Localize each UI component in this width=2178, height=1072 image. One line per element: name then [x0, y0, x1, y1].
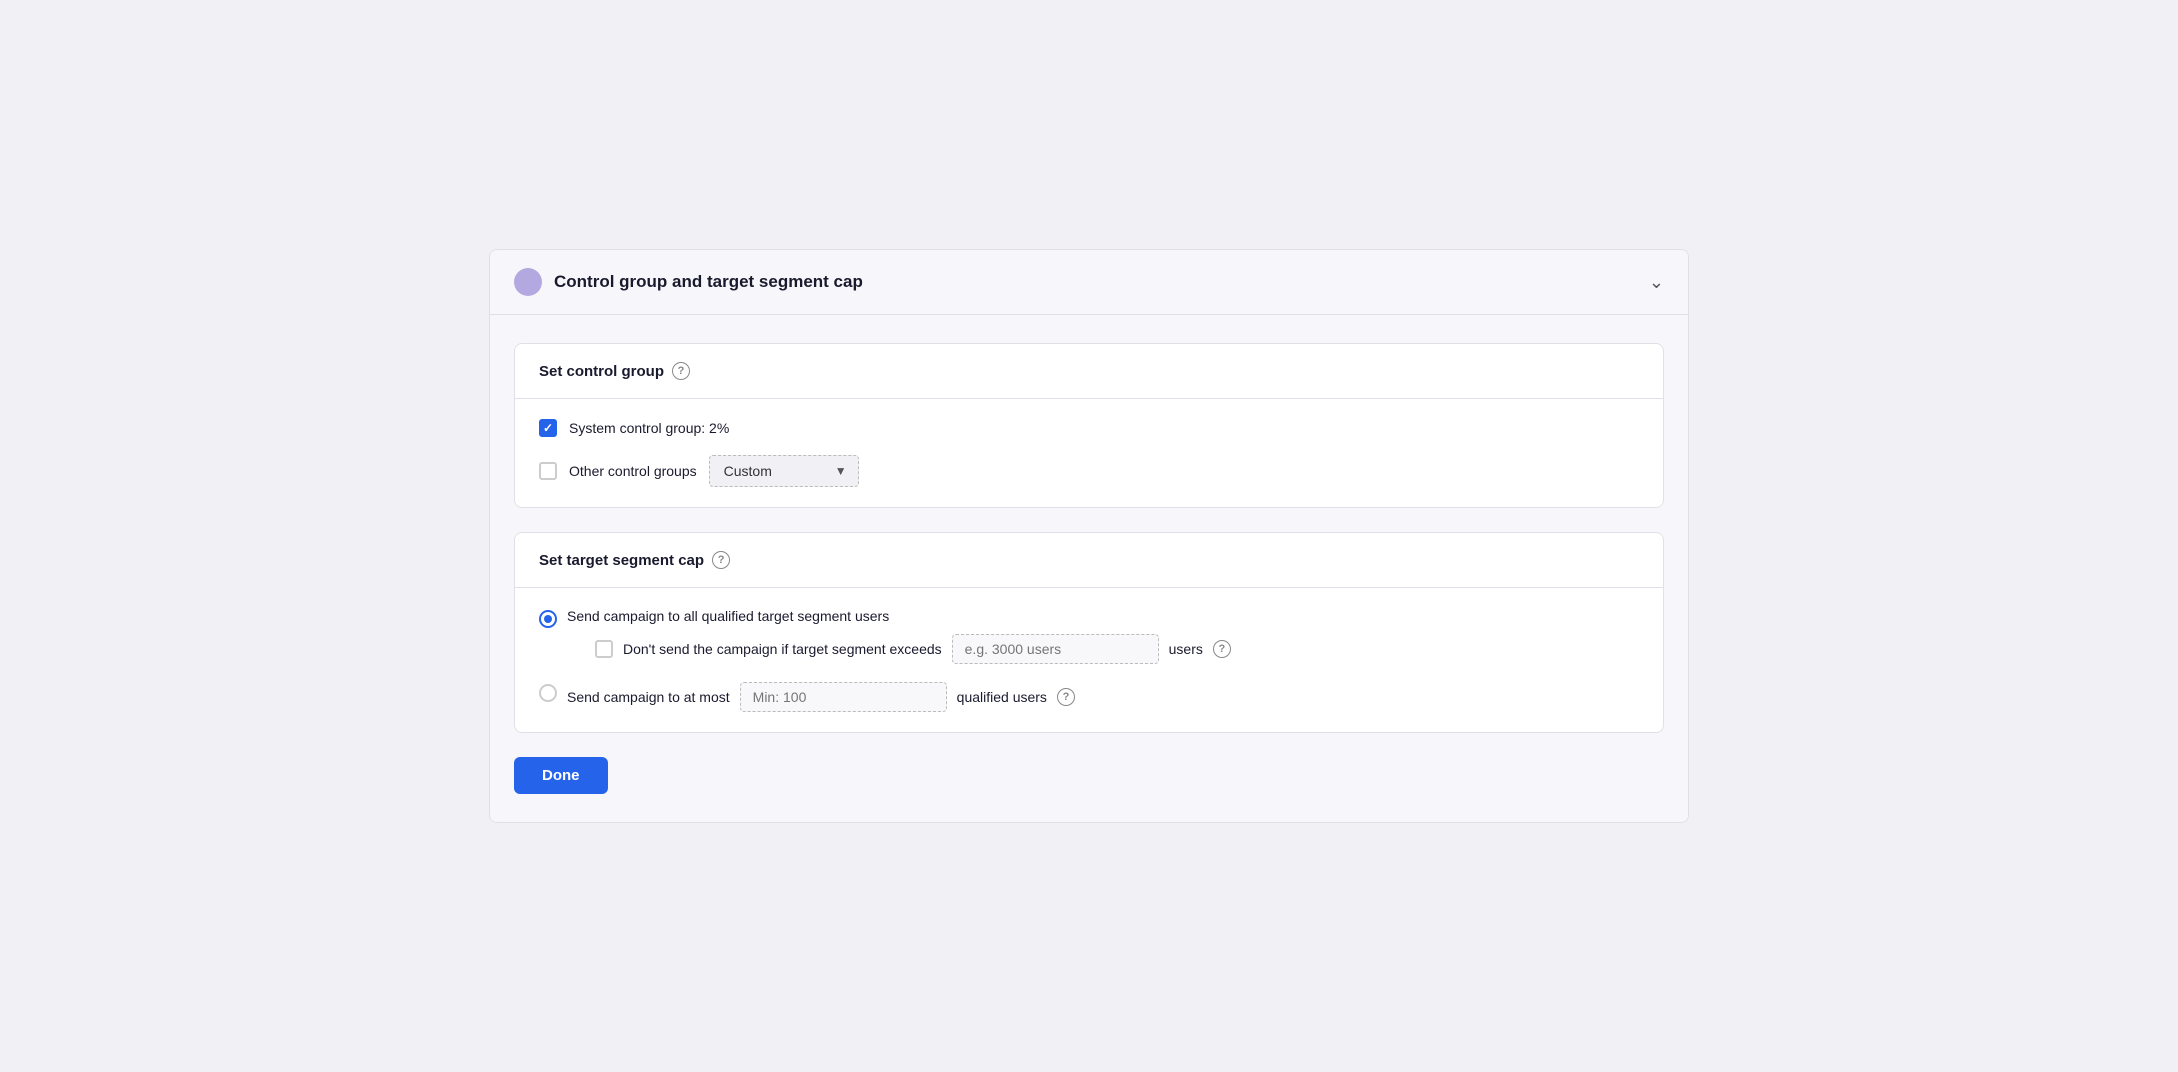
done-button-row: Done — [514, 757, 1664, 794]
other-control-groups-checkbox[interactable] — [539, 462, 557, 480]
target-segment-title: Set target segment cap — [539, 552, 704, 569]
accordion-header-left: Control group and target segment cap — [514, 268, 863, 296]
system-control-group-checkbox[interactable] — [539, 419, 557, 437]
atmost-input[interactable] — [740, 682, 947, 712]
target-segment-header: Set target segment cap ? — [515, 533, 1663, 588]
chevron-down-icon: ⌄ — [1649, 272, 1664, 293]
qualified-users-suffix: qualified users — [957, 689, 1047, 705]
control-group-header: Set control group ? — [515, 344, 1663, 399]
all-qualified-radio[interactable] — [539, 610, 557, 628]
accordion-title: Control group and target segment cap — [554, 272, 863, 292]
control-group-help-icon[interactable]: ? — [672, 362, 690, 380]
control-group-body: System control group: 2% Other control g… — [515, 399, 1663, 507]
control-group-section: Set control group ? System control group… — [514, 343, 1664, 508]
dont-send-label: Don't send the campaign if target segmen… — [623, 641, 942, 657]
atmost-help-icon[interactable]: ? — [1057, 688, 1075, 706]
users-suffix: users — [1169, 641, 1203, 657]
atmost-row: Send campaign to at most qualified users… — [539, 682, 1639, 712]
dont-send-checkbox[interactable] — [595, 640, 613, 658]
accordion: Control group and target segment cap ⌄ S… — [489, 249, 1689, 823]
sub-checkbox-row: Don't send the campaign if target segmen… — [567, 634, 1231, 664]
exceeds-help-icon[interactable]: ? — [1213, 640, 1231, 658]
done-button[interactable]: Done — [514, 757, 608, 794]
main-container: Control group and target segment cap ⌄ S… — [489, 249, 1689, 823]
accordion-body: Set control group ? System control group… — [490, 315, 1688, 822]
control-group-title: Set control group — [539, 363, 664, 380]
target-segment-help-icon[interactable]: ? — [712, 551, 730, 569]
all-qualified-content: Send campaign to all qualified target se… — [567, 608, 1231, 664]
atmost-radio[interactable] — [539, 684, 557, 702]
system-control-group-label: System control group: 2% — [569, 420, 729, 436]
dont-send-row: Don't send the campaign if target segmen… — [595, 634, 1231, 664]
other-control-groups-row: Other control groups Custom Group A Grou… — [539, 455, 1639, 487]
system-control-group-row: System control group: 2% — [539, 419, 1639, 437]
other-control-groups-label: Other control groups — [569, 463, 697, 479]
atmost-content: Send campaign to at most qualified users… — [567, 682, 1075, 712]
target-segment-body: Send campaign to all qualified target se… — [515, 588, 1663, 732]
segment-exceeds-input[interactable] — [952, 634, 1159, 664]
custom-dropdown[interactable]: Custom Group A Group B — [709, 455, 859, 487]
atmost-label: Send campaign to at most — [567, 689, 730, 705]
custom-dropdown-wrapper: Custom Group A Group B ▼ — [709, 455, 859, 487]
accordion-header[interactable]: Control group and target segment cap ⌄ — [490, 250, 1688, 315]
all-qualified-row: Send campaign to all qualified target se… — [539, 608, 1639, 664]
all-qualified-label: Send campaign to all qualified target se… — [567, 608, 1231, 624]
header-icon — [514, 268, 542, 296]
target-segment-section: Set target segment cap ? Send campaign t… — [514, 532, 1664, 733]
